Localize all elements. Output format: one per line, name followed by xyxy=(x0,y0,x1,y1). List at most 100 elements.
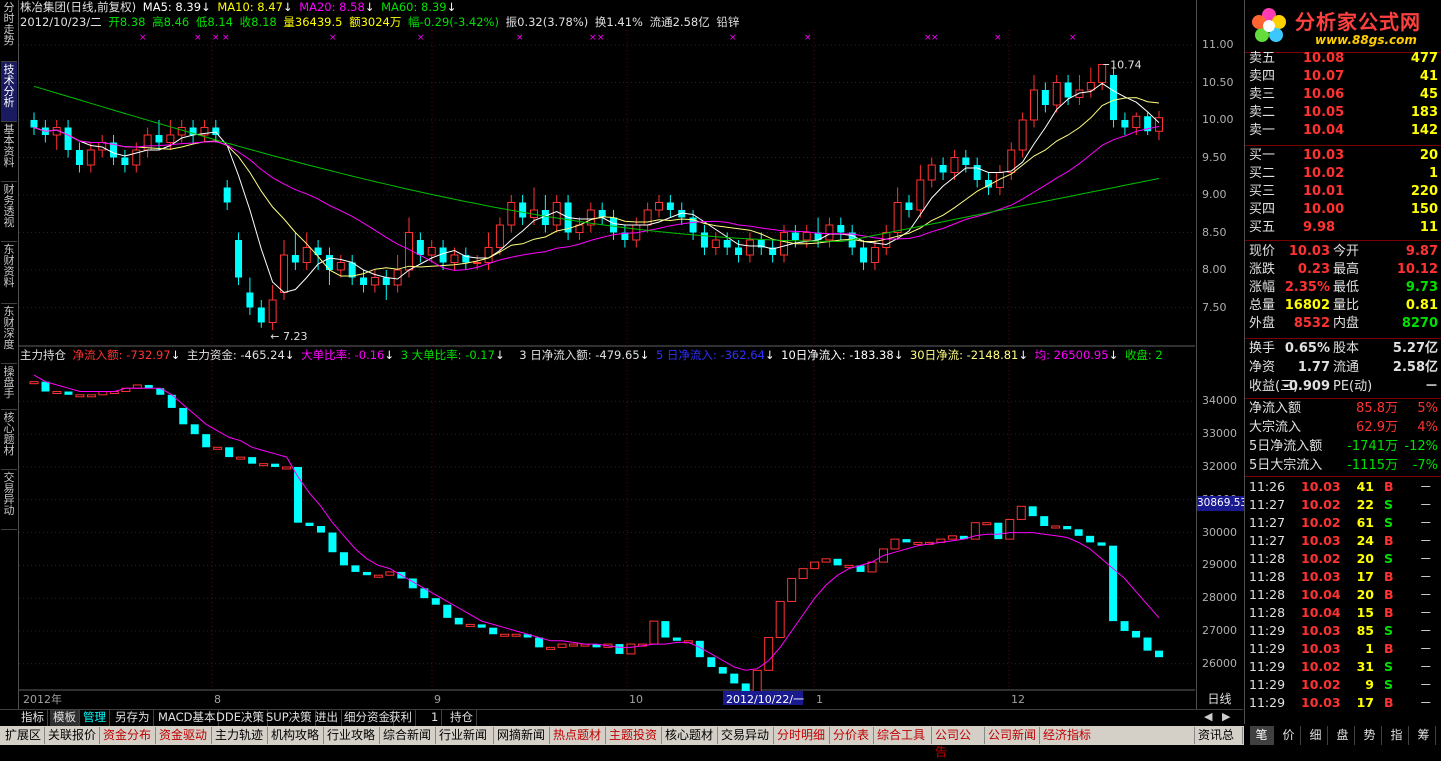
signal-marker: × xyxy=(804,33,812,43)
left-tab-6[interactable]: 操盘手 xyxy=(1,364,17,410)
bottom-tab-3[interactable]: 另存为 xyxy=(112,710,154,726)
left-tab-3[interactable]: 财务透视 xyxy=(1,182,17,242)
menu-item-16[interactable]: 综合工具 xyxy=(874,727,932,744)
inflow5d-arrow: ↓ xyxy=(764,348,775,362)
left-tab-strip: 分时走势 技术分析 基本资料 财务透视 东财资料 东财深度 操盘手 核心题材 交易异动 xyxy=(0,0,19,709)
bottom-tab-7[interactable]: 进出 xyxy=(312,710,342,726)
flow-percent: 5% xyxy=(1417,401,1438,416)
menu-item-2[interactable]: 资金分布 xyxy=(100,727,156,744)
fund-bar xyxy=(351,565,360,572)
fund-bar xyxy=(225,447,234,458)
menu-item-13[interactable]: 交易异动 xyxy=(718,727,774,744)
bottom-tab-5[interactable]: DDE决策 xyxy=(213,710,268,726)
bottom-tab-0[interactable]: 指标 xyxy=(18,710,48,726)
period-label[interactable]: 日线 xyxy=(1196,691,1243,708)
trade-dash: － xyxy=(1419,515,1432,530)
site-logo: 分析家公式网 www.88gs.com xyxy=(1245,0,1441,53)
stock-title: 株冶集团(日线,前复权) xyxy=(20,0,137,14)
left-tab-2[interactable]: 基本资料 xyxy=(1,122,17,182)
candle xyxy=(86,142,95,173)
left-tab-4[interactable]: 东财资料 xyxy=(1,242,17,304)
menu-item-1[interactable]: 关联报价 xyxy=(45,727,100,744)
candle-body xyxy=(64,127,72,150)
row-price: 10.08 xyxy=(1303,51,1345,66)
trade-dash: － xyxy=(1419,677,1432,692)
stat-value: 9.73 xyxy=(1405,280,1438,295)
bottom-tab-2[interactable]: 管理 xyxy=(80,710,110,726)
bottom-tab-11[interactable]: 持仓 xyxy=(447,710,477,726)
left-tab-8[interactable]: 交易异动 xyxy=(1,470,17,530)
quote-tab-2[interactable]: 细 xyxy=(1304,726,1328,745)
scroll-left-icon[interactable]: ◀ xyxy=(1204,710,1212,723)
menu-item-7[interactable]: 综合新闻 xyxy=(380,727,436,744)
left-tab-7[interactable]: 核心题材 xyxy=(1,410,17,470)
trade-dash: － xyxy=(1419,659,1432,674)
menu-item-19[interactable]: 经济指标 xyxy=(1040,727,1195,744)
bottom-tab-10[interactable]: 1 xyxy=(428,710,443,726)
big-order-ratio3-label: 3 大单比率: -0.17 xyxy=(400,348,495,362)
menu-item-6[interactable]: 行业攻略 xyxy=(324,727,380,744)
fund-bar xyxy=(1097,542,1106,546)
trade-price: 10.03 xyxy=(1301,641,1341,656)
menu-item-4[interactable]: 主力轨迹 xyxy=(212,727,268,744)
menu-item-8[interactable]: 行业新闻 xyxy=(436,727,494,744)
fund-axis-label: 26000 xyxy=(1202,656,1237,670)
quote-tab-4[interactable]: 势 xyxy=(1358,726,1382,745)
quote-tab-0[interactable]: 笔 xyxy=(1250,726,1274,745)
function-menu-bar: 扩展区 关联报价 资金分布 资金驱动 主力轨迹 机构攻略 行业攻略 综合新闻 行业新闻 网摘新闻热… xyxy=(0,726,1441,759)
fund-bar xyxy=(810,561,820,570)
high-annotation: 10.74 xyxy=(1110,59,1142,72)
row-price: 10.00 xyxy=(1303,202,1345,217)
stat-label: 净资 xyxy=(1249,360,1276,375)
menu-item-5[interactable]: 机构攻略 xyxy=(268,727,324,744)
menu-item-10[interactable]: 热点题材 xyxy=(550,727,606,744)
bottom-tab-1[interactable]: 模板 xyxy=(50,710,80,726)
quote-tab-5[interactable]: 指 xyxy=(1385,726,1409,745)
bottom-tab-6[interactable]: SUP决策 xyxy=(263,710,316,726)
trade-dash: － xyxy=(1419,605,1432,620)
quote-tab-6[interactable]: 筹 xyxy=(1412,726,1436,745)
menu-item-0[interactable]: 扩展区 xyxy=(2,727,45,744)
price-axis-label: 11.00 xyxy=(1202,38,1234,51)
trade-row: 11:28 10.03 17 B － xyxy=(1245,568,1441,586)
menu-item-20[interactable]: 资讯总览 xyxy=(1195,727,1243,759)
left-tab-5[interactable]: 东财深度 xyxy=(1,304,17,364)
trade-side: B xyxy=(1384,641,1394,656)
quote-tab-1[interactable]: 价 xyxy=(1277,726,1301,745)
trade-time: 11:29 xyxy=(1249,677,1286,692)
trade-dash: － xyxy=(1419,497,1432,512)
candle-body xyxy=(302,247,311,263)
bottom-tab-4[interactable]: MACD基本 xyxy=(155,710,220,726)
candle xyxy=(121,150,129,173)
menu-item-9[interactable]: 网摘新闻 xyxy=(494,727,550,744)
menu-item-18[interactable]: 公司新闻 xyxy=(985,727,1040,744)
bottom-tab-9[interactable]: 获利 xyxy=(386,710,416,726)
quote-tab-3[interactable]: 盘 xyxy=(1331,726,1355,745)
stat-label: 涨跌 xyxy=(1249,262,1276,277)
trade-side: B xyxy=(1384,533,1394,548)
candle-body xyxy=(745,239,754,256)
left-tab-0[interactable]: 分时走势 xyxy=(1,0,17,62)
menu-item-3[interactable]: 资金驱动 xyxy=(156,727,212,744)
inflow3d-label: 3 日净流入额: -479.65 xyxy=(519,348,640,362)
fund-bar xyxy=(86,394,96,398)
indicator-name[interactable]: 主力持仓 xyxy=(20,348,66,362)
flow-label: 净流入额 xyxy=(1249,401,1302,416)
menu-item-15[interactable]: 分价表 xyxy=(830,727,874,744)
scroll-right-icon[interactable]: ▶ xyxy=(1222,710,1230,723)
fund-bar xyxy=(489,627,498,635)
menu-item-12[interactable]: 核心题材 xyxy=(662,727,718,744)
menu-item-17[interactable]: 公司公告 xyxy=(932,727,985,759)
candle-body xyxy=(416,240,424,255)
trade-side: B xyxy=(1384,479,1394,494)
menu-item-11[interactable]: 主题投资 xyxy=(606,727,662,744)
buy-row: 买一 10.03 20 xyxy=(1245,147,1441,165)
candle-body xyxy=(257,307,265,323)
candle xyxy=(860,240,868,270)
left-tab-1[interactable]: 技术分析 xyxy=(1,62,17,122)
trade-price: 10.02 xyxy=(1301,497,1341,512)
signal-marker: × xyxy=(212,33,220,43)
scroll-arrows[interactable]: ◀ ▶ xyxy=(1196,709,1243,725)
menu-item-14[interactable]: 分时明细 xyxy=(774,727,830,744)
big-order-ratio-label: 大单比率: -0.16 xyxy=(301,348,385,362)
